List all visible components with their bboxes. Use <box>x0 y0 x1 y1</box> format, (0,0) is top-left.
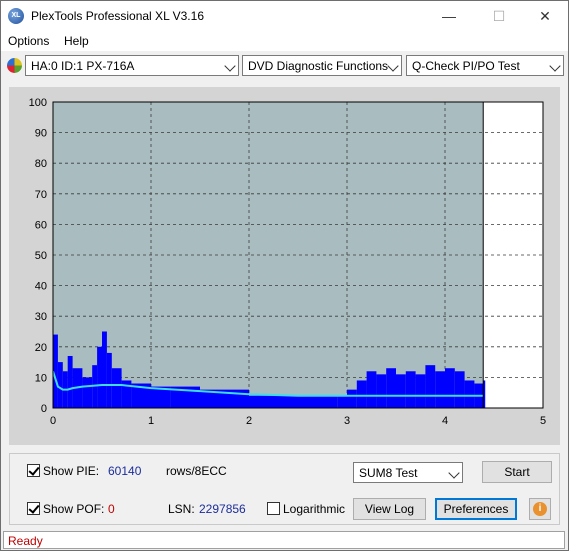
pi-bar <box>396 374 406 408</box>
view-log-button[interactable]: View Log <box>353 498 426 520</box>
chevron-down-icon <box>224 60 236 72</box>
logarithmic-label: Logarithmic <box>283 502 346 516</box>
pi-bar <box>366 371 377 408</box>
y-tick-label: 80 <box>35 158 47 170</box>
pi-po-chart: 0 10 20 30 40 50 60 70 80 90 100 0 1 2 3 4 5 <box>29 97 546 427</box>
pi-bar <box>454 371 465 408</box>
pi-bar <box>249 395 298 408</box>
y-tick-label: 10 <box>35 372 47 384</box>
pi-bar <box>298 395 338 408</box>
pi-bar <box>435 371 445 408</box>
rows-unit-label: rows/8ECC <box>166 464 227 478</box>
close-button[interactable]: ✕ <box>522 1 568 31</box>
y-tick-label: 50 <box>35 250 47 262</box>
pi-bar <box>97 346 102 408</box>
start-button[interactable]: Start <box>482 461 552 483</box>
menu-options[interactable]: Options <box>8 34 49 48</box>
show-pie-checkbox[interactable] <box>27 464 40 477</box>
function-select-value: DVD Diagnostic Functions <box>248 59 389 73</box>
y-tick-label: 60 <box>35 219 47 231</box>
y-tick-label: 40 <box>35 281 47 293</box>
chevron-down-icon <box>387 60 399 72</box>
pie-value: 60140 <box>108 464 142 478</box>
drive-select-value: HA:0 ID:1 PX-716A <box>31 59 135 73</box>
title-bar: XL PlexTools Professional XL V3.16 — ☐ ✕ <box>1 1 568 31</box>
window-title: PlexTools Professional XL V3.16 <box>31 9 204 23</box>
pi-bar <box>356 380 367 408</box>
controls-panel: Show PIE: 60140 rows/8ECC SUM8 Test Star… <box>9 453 560 525</box>
pi-bar <box>386 368 396 408</box>
y-tick-label: 20 <box>35 342 47 354</box>
logarithmic-checkbox[interactable] <box>267 502 280 515</box>
chevron-down-icon <box>549 60 561 72</box>
pi-bar <box>376 374 387 408</box>
status-text: Ready <box>8 534 43 548</box>
app-icon: XL <box>8 8 24 24</box>
y-tick-label: 70 <box>35 189 47 201</box>
info-icon: i <box>533 502 547 516</box>
pi-bar <box>82 377 93 408</box>
menu-help[interactable]: Help <box>64 34 89 48</box>
test-mode-value: SUM8 Test <box>359 466 418 480</box>
x-tick-label: 0 <box>50 415 56 427</box>
preferences-button[interactable]: Preferences <box>435 498 517 520</box>
y-tick-label: 90 <box>35 128 47 140</box>
drive-icon <box>7 58 22 73</box>
y-tick-label: 0 <box>41 403 47 415</box>
toolbar: HA:0 ID:1 PX-716A DVD Diagnostic Functio… <box>1 52 568 80</box>
pi-bar <box>106 352 112 408</box>
pi-bar <box>425 365 436 408</box>
maximize-button[interactable]: ☐ <box>476 1 522 31</box>
pi-po-chart-panel: 0 10 20 30 40 50 60 70 80 90 100 0 1 2 3 4 5 <box>9 87 560 445</box>
test-mode-select[interactable]: SUM8 Test <box>353 462 463 483</box>
pof-value: 0 <box>108 502 115 516</box>
show-pof-checkbox[interactable] <box>27 502 40 515</box>
info-button[interactable]: i <box>529 498 551 520</box>
lsn-value: 2297856 <box>199 502 246 516</box>
show-pof-label: Show POF: <box>43 502 105 516</box>
pi-bar <box>415 374 426 408</box>
x-tick-label: 3 <box>344 415 350 427</box>
status-bar: Ready <box>1 530 568 550</box>
pi-bar <box>337 395 347 408</box>
x-tick-label: 5 <box>540 415 546 427</box>
x-tick-label: 1 <box>148 415 154 427</box>
minimize-button[interactable]: — <box>426 1 472 31</box>
plot-area-scanned <box>53 102 484 408</box>
chevron-down-icon <box>448 467 460 479</box>
x-tick-label: 4 <box>442 415 448 427</box>
y-tick-label: 100 <box>29 97 47 109</box>
show-pie-label: Show PIE: <box>43 464 100 478</box>
pi-bar <box>102 331 107 408</box>
pi-bar <box>67 355 73 408</box>
drive-select[interactable]: HA:0 ID:1 PX-716A <box>25 55 239 76</box>
y-tick-label: 30 <box>35 311 47 323</box>
pi-bar <box>57 362 63 408</box>
lsn-label: LSN: <box>168 502 195 516</box>
pi-bar <box>347 389 357 408</box>
test-select[interactable]: Q-Check PI/PO Test <box>406 55 564 76</box>
pi-bar <box>445 368 455 408</box>
main-window: XL PlexTools Professional XL V3.16 — ☐ ✕… <box>0 0 569 551</box>
pi-bar <box>405 371 416 408</box>
pi-bar <box>464 380 475 408</box>
status-box: Ready <box>3 531 565 549</box>
x-tick-label: 2 <box>246 415 252 427</box>
menu-bar: Options Help <box>1 31 568 51</box>
test-select-value: Q-Check PI/PO Test <box>412 59 520 73</box>
function-select[interactable]: DVD Diagnostic Functions <box>242 55 402 76</box>
pi-bar <box>111 368 122 408</box>
